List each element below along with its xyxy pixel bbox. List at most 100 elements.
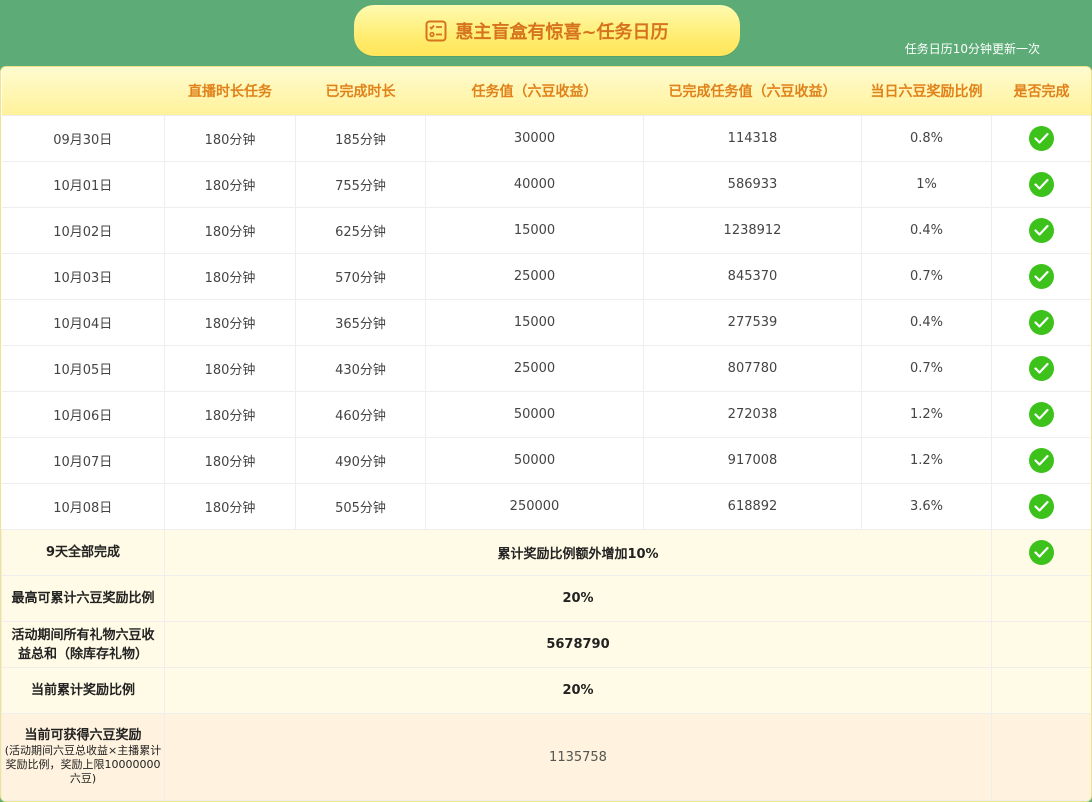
achieved-cell: 1238912 <box>643 207 862 254</box>
update-note: 任务日历10分钟更新一次 <box>904 42 1040 56</box>
table-row: 10月05日 180分钟 430分钟 25000 807780 0.7% <box>1 345 1091 392</box>
achieved-cell: 114318 <box>643 115 862 162</box>
table-row: 10月04日 180分钟 365分钟 15000 277539 0.4% <box>1 299 1091 346</box>
checklist-icon <box>425 20 447 42</box>
check-circle-icon <box>1029 448 1055 473</box>
check-circle-icon <box>1029 356 1055 381</box>
summary-value: 20% <box>164 667 992 714</box>
page-title-banner: 惠主盲盒有惊喜~任务日历 <box>354 5 740 56</box>
summary-row-all-complete: 9天全部完成 累计奖励比例额外增加10% <box>1 529 1091 576</box>
task-cell: 180分钟 <box>164 345 296 392</box>
col-header-task: 直播时长任务 <box>164 67 296 116</box>
date-cell: 10月07日 <box>1 437 165 484</box>
col-header-complete: 是否完成 <box>991 67 1091 116</box>
date-cell: 09月30日 <box>1 115 165 162</box>
target-cell: 15000 <box>425 207 644 254</box>
summary-row-current-ratio: 当前累计奖励比例 20% <box>1 667 1091 714</box>
empty-cell <box>991 621 1091 668</box>
summary-label: 当前累计奖励比例 <box>1 667 165 714</box>
table-row: 10月07日 180分钟 490分钟 50000 917008 1.2% <box>1 437 1091 484</box>
ratio-cell: 3.6% <box>861 483 992 530</box>
date-cell: 10月02日 <box>1 207 165 254</box>
done-cell: 460分钟 <box>295 391 426 438</box>
check-circle-icon <box>1029 540 1055 565</box>
summary-value: 1135758 <box>164 713 992 801</box>
done-cell: 505分钟 <box>295 483 426 530</box>
done-cell: 625分钟 <box>295 207 426 254</box>
task-calendar-table: 直播时长任务 已完成时长 任务值（六豆收益） 已完成任务值（六豆收益） 当日六豆… <box>0 66 1092 802</box>
complete-cell <box>991 437 1091 484</box>
check-circle-icon <box>1029 402 1055 427</box>
ratio-cell: 0.7% <box>861 253 992 300</box>
task-cell: 180分钟 <box>164 253 296 300</box>
achieved-cell: 845370 <box>643 253 862 300</box>
task-cell: 180分钟 <box>164 161 296 208</box>
achieved-cell: 272038 <box>643 391 862 438</box>
done-cell: 490分钟 <box>295 437 426 484</box>
achieved-cell: 807780 <box>643 345 862 392</box>
done-cell: 755分钟 <box>295 161 426 208</box>
complete-cell <box>991 161 1091 208</box>
date-cell: 10月06日 <box>1 391 165 438</box>
table-header-row: 直播时长任务 已完成时长 任务值（六豆收益） 已完成任务值（六豆收益） 当日六豆… <box>1 67 1091 116</box>
complete-cell <box>991 299 1091 346</box>
achieved-cell: 277539 <box>643 299 862 346</box>
target-cell: 15000 <box>425 299 644 346</box>
summary-row-total-income: 活动期间所有礼物六豆收益总和（除库存礼物） 5678790 <box>1 621 1091 668</box>
task-cell: 180分钟 <box>164 391 296 438</box>
achieved-cell: 586933 <box>643 161 862 208</box>
done-cell: 185分钟 <box>295 115 426 162</box>
target-cell: 25000 <box>425 345 644 392</box>
col-header-achieved: 已完成任务值（六豆收益） <box>643 67 862 116</box>
date-cell: 10月08日 <box>1 483 165 530</box>
target-cell: 50000 <box>425 391 644 438</box>
summary-label-cell: 当前可获得六豆奖励 (活动期间六豆总收益×主播累计奖励比例，奖励上限100000… <box>1 713 165 801</box>
complete-cell <box>991 529 1091 576</box>
check-circle-icon <box>1029 494 1055 519</box>
target-cell: 30000 <box>425 115 644 162</box>
check-circle-icon <box>1029 310 1055 335</box>
ratio-cell: 0.4% <box>861 299 992 346</box>
table-row: 09月30日 180分钟 185分钟 30000 114318 0.8% <box>1 115 1091 162</box>
table-row: 10月03日 180分钟 570分钟 25000 845370 0.7% <box>1 253 1091 300</box>
ratio-cell: 1% <box>861 161 992 208</box>
ratio-cell: 1.2% <box>861 391 992 438</box>
target-cell: 50000 <box>425 437 644 484</box>
summary-label: 活动期间所有礼物六豆收益总和（除库存礼物） <box>1 621 165 668</box>
date-cell: 10月01日 <box>1 161 165 208</box>
empty-cell <box>991 667 1091 714</box>
task-cell: 180分钟 <box>164 207 296 254</box>
date-cell: 10月05日 <box>1 345 165 392</box>
done-cell: 430分钟 <box>295 345 426 392</box>
achieved-cell: 618892 <box>643 483 862 530</box>
col-header-ratio: 当日六豆奖励比例 <box>861 67 992 116</box>
check-circle-icon <box>1029 126 1055 151</box>
summary-note: (活动期间六豆总收益×主播累计奖励比例，奖励上限10000000六豆) <box>4 744 162 785</box>
target-cell: 40000 <box>425 161 644 208</box>
col-header-date <box>1 67 165 116</box>
task-cell: 180分钟 <box>164 483 296 530</box>
complete-cell <box>991 391 1091 438</box>
empty-cell <box>991 575 1091 622</box>
summary-label: 最高可累计六豆奖励比例 <box>1 575 165 622</box>
complete-cell <box>991 207 1091 254</box>
summary-label: 9天全部完成 <box>1 529 165 576</box>
done-cell: 570分钟 <box>295 253 426 300</box>
ratio-cell: 0.7% <box>861 345 992 392</box>
summary-value: 20% <box>164 575 992 622</box>
done-cell: 365分钟 <box>295 299 426 346</box>
task-cell: 180分钟 <box>164 299 296 346</box>
summary-row-max-ratio: 最高可累计六豆奖励比例 20% <box>1 575 1091 622</box>
task-cell: 180分钟 <box>164 115 296 162</box>
col-header-target: 任务值（六豆收益） <box>425 67 644 116</box>
ratio-cell: 0.8% <box>861 115 992 162</box>
summary-value: 累计奖励比例额外增加10% <box>164 529 992 576</box>
complete-cell <box>991 253 1091 300</box>
complete-cell <box>991 483 1091 530</box>
achieved-cell: 917008 <box>643 437 862 484</box>
check-circle-icon <box>1029 264 1055 289</box>
page-title: 惠主盲盒有惊喜~任务日历 <box>455 21 669 43</box>
date-cell: 10月04日 <box>1 299 165 346</box>
col-header-done: 已完成时长 <box>295 67 426 116</box>
summary-row-reward: 当前可获得六豆奖励 (活动期间六豆总收益×主播累计奖励比例，奖励上限100000… <box>1 713 1091 801</box>
